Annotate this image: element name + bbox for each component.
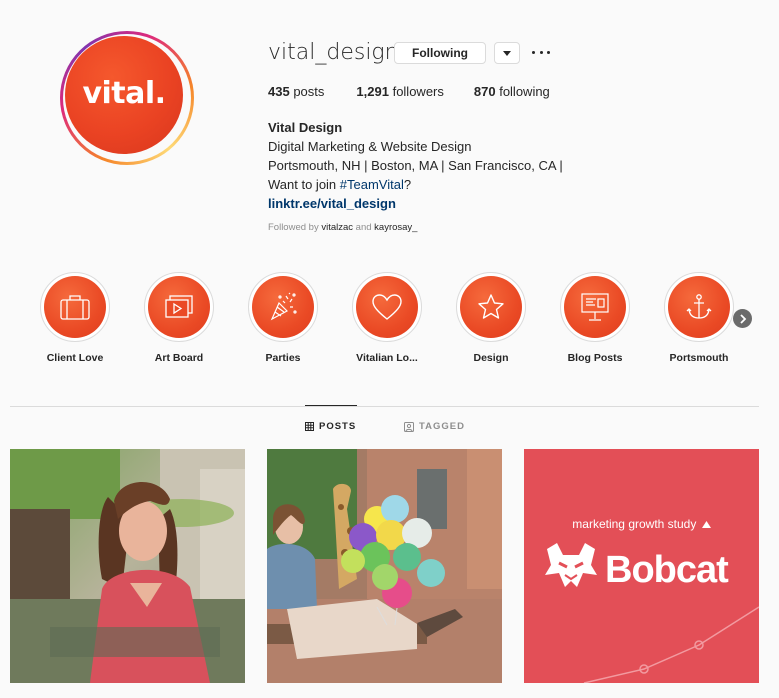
post-thumbnail[interactable] xyxy=(267,449,502,683)
highlight-label: Parties xyxy=(265,352,301,364)
tagged-user-icon xyxy=(404,421,414,432)
tab-tagged[interactable]: TAGGED xyxy=(404,421,465,432)
highlight-blog-posts[interactable]: Blog Posts xyxy=(547,272,643,364)
hashtag-link[interactable]: #TeamVital xyxy=(340,177,404,192)
bio-line: Portsmouth, NH | Boston, MA | San Franci… xyxy=(268,158,563,173)
party-hat-icon xyxy=(270,292,297,321)
bio-line: Want to join #TeamVital? xyxy=(268,177,412,192)
following-button[interactable]: Following xyxy=(394,42,486,64)
highlight-label: Blog Posts xyxy=(567,352,623,364)
profile-avatar[interactable]: vital. xyxy=(60,31,194,165)
anchor-icon xyxy=(686,294,712,319)
highlight-design[interactable]: Design xyxy=(443,272,539,364)
avatar-logo-text: vital. xyxy=(82,75,166,111)
slideshow-icon xyxy=(165,295,193,318)
profile-stats: 435 posts 1,291 followers 870 following xyxy=(268,84,580,99)
section-divider xyxy=(10,406,759,407)
story-highlights: Client Love Art Board Parties Vitalian L… xyxy=(0,272,779,372)
profile-full-name: Vital Design xyxy=(268,120,343,135)
tab-label: TAGGED xyxy=(419,421,465,432)
posts-count: 435 posts xyxy=(268,84,325,99)
highlight-label: Vitalian Lo... xyxy=(356,352,418,364)
highlight-parties[interactable]: Parties xyxy=(235,272,331,364)
highlight-vitalian-love[interactable]: Vitalian Lo... xyxy=(339,272,435,364)
highlight-art-board[interactable]: Art Board xyxy=(131,272,227,364)
highlights-next-button[interactable] xyxy=(733,309,752,328)
post-photo-woman-laughing xyxy=(10,449,245,683)
highlight-client-love[interactable]: Client Love xyxy=(27,272,123,364)
presentation-board-icon xyxy=(581,293,609,321)
highlight-label: Portsmouth xyxy=(669,352,729,364)
highlight-label: Design xyxy=(473,352,509,364)
profile-bio: Vital Design Digital Marketing & Website… xyxy=(268,118,563,213)
heart-icon xyxy=(372,294,402,320)
grid-icon xyxy=(305,422,314,431)
following-link[interactable]: 870 following xyxy=(474,84,550,99)
username: vital_design xyxy=(268,40,399,65)
follower-link[interactable]: vitalzac xyxy=(321,222,353,233)
avatar-image: vital. xyxy=(65,36,183,154)
briefcase-icon xyxy=(60,295,90,320)
highlight-label: Art Board xyxy=(154,352,204,364)
bio-website-link[interactable]: linktr.ee/vital_design xyxy=(268,194,563,213)
tab-label: POSTS xyxy=(319,421,357,432)
chevron-right-icon xyxy=(739,313,746,324)
followed-by: Followed by vitalzac and kayrosay_ xyxy=(268,222,418,233)
highlight-label: Client Love xyxy=(46,352,104,364)
suggested-dropdown-button[interactable] xyxy=(494,42,520,64)
post-thumbnail[interactable]: marketing growth study Bobcat xyxy=(524,449,759,683)
active-tab-indicator xyxy=(305,405,357,406)
followers-link[interactable]: 1,291 followers xyxy=(356,84,443,99)
star-icon xyxy=(478,294,504,319)
more-options-icon[interactable] xyxy=(532,44,550,60)
post-photo-balloons-giraffe xyxy=(267,449,502,683)
chevron-down-icon xyxy=(503,50,511,56)
growth-line-graphic xyxy=(583,606,759,683)
tab-posts[interactable]: POSTS xyxy=(305,421,356,432)
post-thumbnail[interactable] xyxy=(10,449,245,683)
bio-line: Digital Marketing & Website Design xyxy=(268,139,472,154)
follower-link[interactable]: kayrosay_ xyxy=(374,222,417,233)
